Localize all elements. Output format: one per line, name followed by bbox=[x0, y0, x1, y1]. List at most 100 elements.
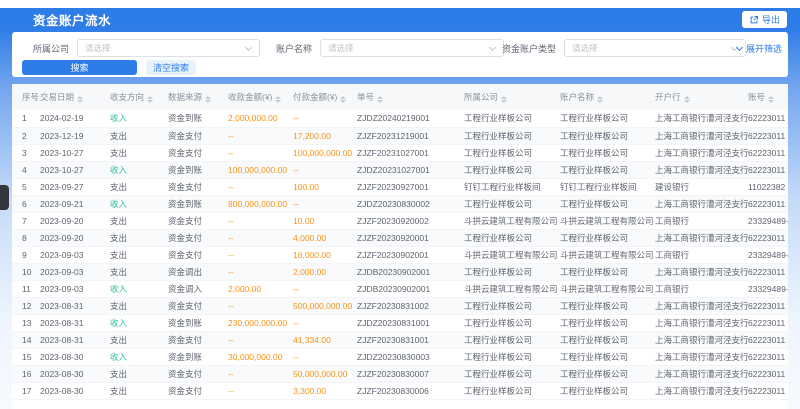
table-cell: 斗拱云建筑工程有限公司 bbox=[464, 280, 560, 297]
column-header[interactable]: 账号 bbox=[748, 84, 788, 110]
table-cell: 2,000,000.00 bbox=[228, 110, 293, 127]
table-cell: 2023-10-27 bbox=[40, 144, 110, 161]
table-cell: 工程行业样板公司 bbox=[560, 110, 655, 127]
chevron-down-icon bbox=[245, 44, 252, 51]
column-header[interactable]: 单号 bbox=[357, 84, 464, 110]
table-cell: 41,334.00 bbox=[293, 331, 357, 348]
sort-icon[interactable] bbox=[275, 96, 281, 104]
table-cell: 资金到账 bbox=[168, 348, 228, 365]
table-cell: 2023-08-30 bbox=[40, 365, 110, 382]
table-cell: 62223011 bbox=[748, 314, 788, 331]
sort-icon[interactable] bbox=[597, 96, 603, 104]
table-cell: 62223011 bbox=[748, 161, 788, 178]
table-cell: 上海工商银行漕河泾支行 bbox=[655, 195, 748, 212]
table-cell: 工程行业样板公司 bbox=[464, 229, 560, 246]
table-cell: 资金支付 bbox=[168, 127, 228, 144]
table-cell: 斗拱云建筑工程有限公司 bbox=[560, 246, 655, 263]
column-header[interactable]: 账户名称 bbox=[560, 84, 655, 110]
column-header[interactable]: 所属公司 bbox=[464, 84, 560, 110]
column-header-label: 所属公司 bbox=[464, 92, 498, 102]
table-cell: 工程行业样板公司 bbox=[464, 110, 560, 127]
table-cell: ZJZF20231219001 bbox=[357, 127, 464, 144]
table-cell: 工程行业样板公司 bbox=[560, 382, 655, 399]
table-cell: 工程行业样板公司 bbox=[464, 127, 560, 144]
sort-icon[interactable] bbox=[377, 96, 383, 104]
table-cell: 30,000,000.00 bbox=[228, 348, 293, 365]
table-cell: 2023-09-03 bbox=[40, 246, 110, 263]
column-header[interactable]: 收支方向 bbox=[110, 84, 168, 110]
table-cell: 资金支付 bbox=[168, 212, 228, 229]
column-header-label: 序号 bbox=[22, 92, 39, 102]
account-name-select[interactable]: 请选择 bbox=[320, 39, 504, 57]
search-button[interactable]: 搜索 bbox=[22, 60, 137, 75]
table-cell: 工商银行 bbox=[655, 246, 748, 263]
table-cell: ZJDZ20230830002 bbox=[357, 195, 464, 212]
table-cell: 16 bbox=[12, 365, 40, 382]
table-cell: -- bbox=[228, 246, 293, 263]
table-row: 52023-09-27支出资金支付--100.00ZJZF20230927001… bbox=[12, 178, 788, 195]
table-row: 82023-09-20支出资金支付--4,000.00ZJZF202309200… bbox=[12, 229, 788, 246]
company-select-placeholder: 请选择 bbox=[85, 42, 111, 54]
table-cell: 62223011 bbox=[748, 297, 788, 314]
table-cell: 工程行业样板公司 bbox=[464, 297, 560, 314]
table-cell: 收入 bbox=[110, 314, 168, 331]
table-cell: 上海工商银行漕河泾支行 bbox=[655, 144, 748, 161]
account-type-select[interactable]: 请选择 bbox=[564, 39, 746, 57]
table-row: 102023-09-03支出资金调出--2,000.00ZJDB20230902… bbox=[12, 263, 788, 280]
column-header-label: 单号 bbox=[357, 92, 374, 102]
clear-search-button[interactable]: 清空搜索 bbox=[146, 60, 196, 75]
table-cell: 工商银行 bbox=[655, 212, 748, 229]
table-cell: ZJDZ20231027001 bbox=[357, 161, 464, 178]
sort-icon[interactable] bbox=[77, 96, 83, 104]
table-cell: 2023-09-27 bbox=[40, 178, 110, 195]
column-header[interactable]: 收款金额(¥) bbox=[228, 84, 293, 110]
table-cell: 2,000.00 bbox=[228, 280, 293, 297]
table-cell: ZJZF20231027001 bbox=[357, 144, 464, 161]
table-cell: 9 bbox=[12, 246, 40, 263]
table-cell: ZJZF20230920001 bbox=[357, 229, 464, 246]
table-cell: 工程行业样板公司 bbox=[560, 348, 655, 365]
table-cell: 10.00 bbox=[293, 212, 357, 229]
table-cell: 工程行业样板公司 bbox=[464, 382, 560, 399]
table-cell: 上海工商银行漕河泾支行 bbox=[655, 161, 748, 178]
table-row: 22023-12-19支出资金支付--17,200.00ZJZF20231219… bbox=[12, 127, 788, 144]
column-header-label: 开户行 bbox=[655, 92, 681, 102]
company-select[interactable]: 请选择 bbox=[77, 39, 260, 57]
sort-icon[interactable] bbox=[768, 96, 774, 104]
sidebar-collapse-handle[interactable] bbox=[0, 185, 9, 210]
sort-icon[interactable] bbox=[340, 96, 346, 104]
column-header[interactable]: 数据来源 bbox=[168, 84, 228, 110]
table-cell: 工程行业样板公司 bbox=[560, 365, 655, 382]
table-cell: 支出 bbox=[110, 127, 168, 144]
column-header[interactable]: 交易日期 bbox=[40, 84, 110, 110]
table-cell: 上海工商银行漕河泾支行 bbox=[655, 263, 748, 280]
column-header-label: 账号 bbox=[748, 92, 765, 102]
column-header[interactable]: 付款金额(¥) bbox=[293, 84, 357, 110]
table-cell: 11 bbox=[12, 280, 40, 297]
table-cell: ZJDB20230902001 bbox=[357, 280, 464, 297]
sort-icon[interactable] bbox=[501, 96, 507, 104]
table-cell: ZJZF20230831002 bbox=[357, 297, 464, 314]
table-cell: 2023-08-31 bbox=[40, 297, 110, 314]
table-cell: 62223011 bbox=[748, 127, 788, 144]
table-cell: 5 bbox=[12, 178, 40, 195]
column-header[interactable]: 开户行 bbox=[655, 84, 748, 110]
table-row: 132023-08-31收入资金到账230,000,000.00--ZJDZ20… bbox=[12, 314, 788, 331]
table-cell: 62223011 bbox=[748, 331, 788, 348]
table-cell: 工程行业样板公司 bbox=[464, 331, 560, 348]
table-cell: -- bbox=[293, 195, 357, 212]
table-cell: 斗拱云建筑工程有限公司 bbox=[464, 246, 560, 263]
table-cell: ZJZF20230902001 bbox=[357, 246, 464, 263]
export-button[interactable]: 导出 bbox=[742, 11, 787, 28]
column-header-label: 数据来源 bbox=[168, 92, 202, 102]
sort-icon[interactable] bbox=[684, 96, 690, 104]
fund-flow-table: 序号交易日期收支方向数据来源 收款金额(¥)付款金额(¥)单号 所属公司 账户名称开户… bbox=[12, 84, 788, 409]
sort-icon[interactable] bbox=[205, 96, 211, 104]
sort-icon[interactable] bbox=[147, 96, 153, 104]
expand-filters-link[interactable]: 展开筛选 bbox=[737, 42, 782, 55]
data-table: 序号交易日期收支方向数据来源 收款金额(¥)付款金额(¥)单号 所属公司 账户名称开户… bbox=[12, 84, 788, 400]
table-cell: 13 bbox=[12, 314, 40, 331]
table-cell: 2023-08-31 bbox=[40, 331, 110, 348]
table-cell: 2024-02-19 bbox=[40, 110, 110, 127]
table-cell: 资金到账 bbox=[168, 110, 228, 127]
